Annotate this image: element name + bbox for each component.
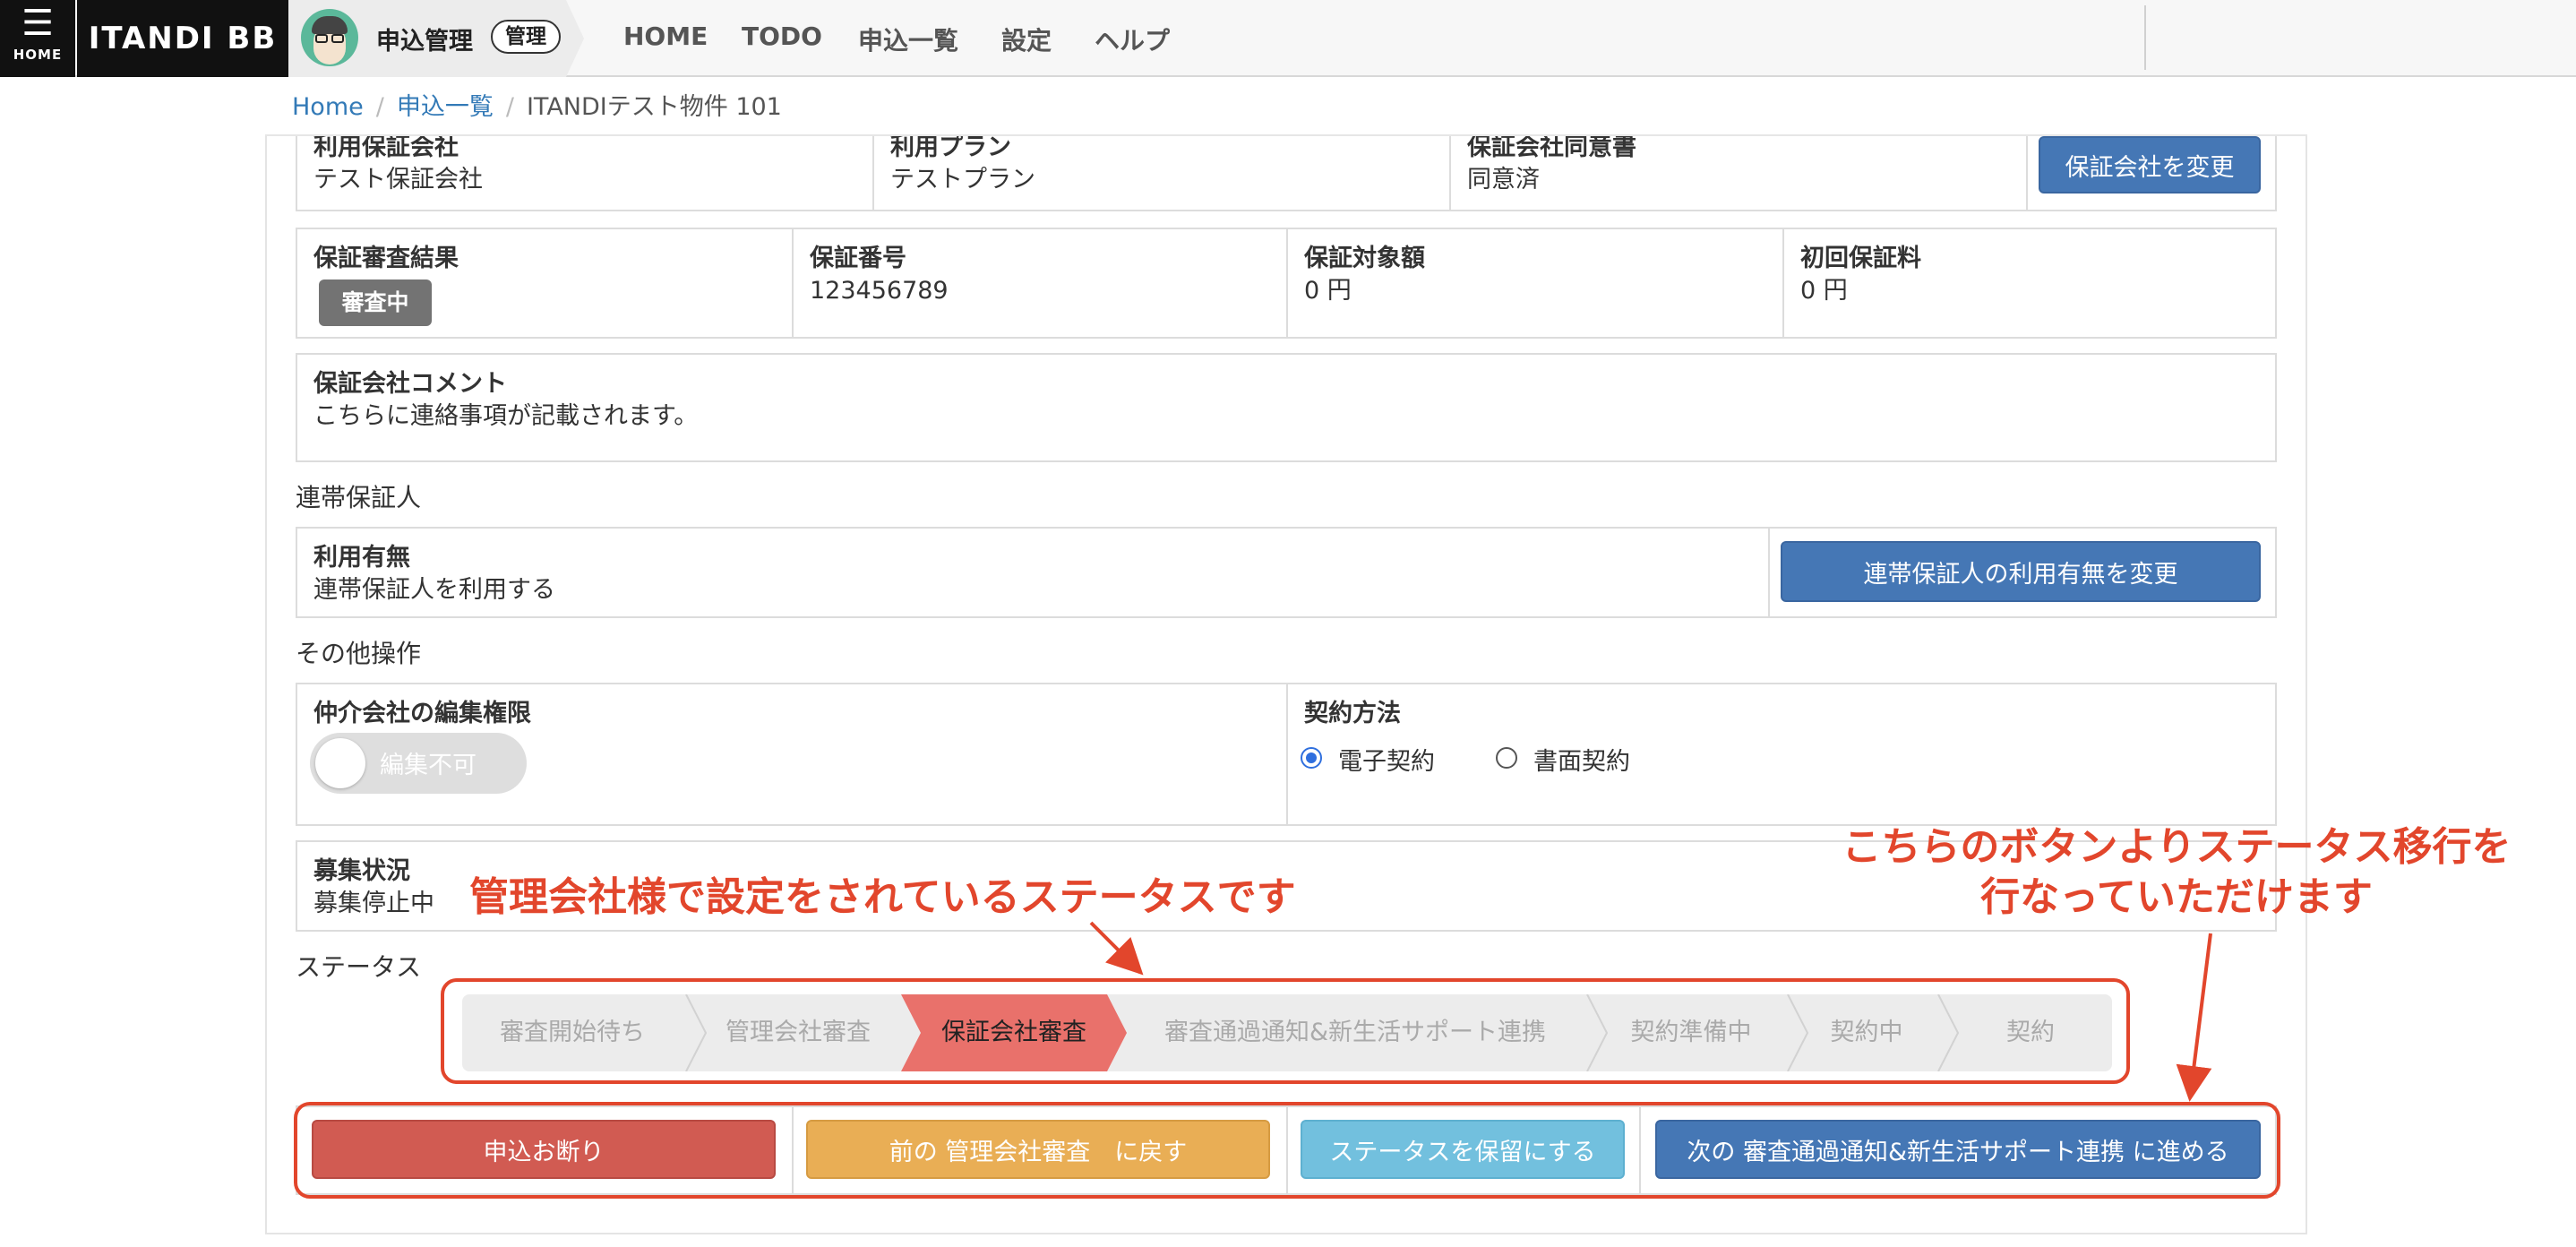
navbar-divider	[2144, 5, 2146, 70]
radio-electronic-contract-label[interactable]: 電子契約	[1338, 742, 1435, 777]
amount-value: 0 円	[1304, 277, 1352, 305]
avatar-icon	[301, 9, 358, 66]
usage-value: 連帯保証人を利用する	[313, 576, 555, 604]
home-menu-button[interactable]: ☰ HOME	[0, 0, 75, 77]
status-badge: 審査中	[319, 280, 432, 326]
breadcrumb-application-list[interactable]: 申込一覧	[397, 93, 494, 121]
plan-cell: 利用プラン テストプラン	[872, 124, 1449, 210]
comment-label: 保証会社コメント	[313, 370, 507, 398]
company-label: 利用保証会社	[313, 133, 459, 161]
button-annotation-line2: 行なっていただけます	[1980, 874, 2373, 920]
fee-value: 0 円	[1800, 277, 1848, 305]
joint-guarantor-title: 連帯保証人	[296, 483, 422, 512]
plan-label: 利用プラン	[890, 133, 1011, 161]
top-navbar: ☰ HOME ITANDI BB 申込管理 管理 HOME TODO 申込一覧 …	[0, 0, 2576, 77]
consent-cell: 保証会社同意書 同意済	[1449, 124, 2026, 210]
amount-cell: 保証対象額 0 円	[1286, 229, 1782, 337]
edit-permission-label: 仲介会社の編集権限	[313, 700, 531, 727]
consent-label: 保証会社同意書	[1467, 133, 1636, 161]
comment-box: 保証会社コメント こちらに連絡事項が記載されます。	[296, 353, 2277, 462]
other-operations-title: その他操作	[296, 639, 422, 668]
toggle-label: 編集不可	[380, 752, 477, 779]
company-value: テスト保証会社	[313, 166, 483, 194]
company-cell: 利用保証会社 テスト保証会社	[297, 124, 872, 210]
other-operations-row: 仲介会社の編集権限 契約方法	[296, 683, 2277, 826]
contract-method-label: 契約方法	[1304, 700, 1401, 727]
edit-permission-toggle[interactable]: 編集不可	[310, 733, 527, 794]
change-guarantor-company-button[interactable]: 保証会社を変更	[2039, 136, 2261, 194]
brand-logo[interactable]: ITANDI BB	[77, 0, 288, 77]
comment-value: こちらに連絡事項が記載されます。	[313, 402, 699, 430]
nav-help[interactable]: ヘルプ	[1095, 22, 1170, 57]
toggle-knob	[315, 738, 365, 788]
nav-todo[interactable]: TODO	[742, 22, 822, 51]
guarantee-result-row: 保証審査結果 保証番号 123456789 保証対象額 0 円 初回保証料 0 …	[296, 228, 2277, 339]
radio-paper-contract[interactable]	[1496, 747, 1517, 769]
breadcrumb-separator: /	[375, 93, 384, 121]
plan-value: テストプラン	[890, 166, 1035, 194]
home-menu-label: HOME	[13, 47, 63, 63]
comment-cell: 保証会社コメント こちらに連絡事項が記載されます。	[297, 355, 2275, 460]
status-steps-highlight	[441, 978, 2130, 1084]
app-switcher[interactable]: 申込管理 管理	[288, 0, 584, 77]
consent-value: 同意済	[1467, 166, 1540, 194]
status-title: ステータス	[296, 952, 422, 982]
radio-electronic-contract[interactable]	[1301, 747, 1322, 769]
action-buttons-highlight	[294, 1102, 2280, 1199]
nav-home[interactable]: HOME	[623, 22, 708, 51]
radio-paper-contract-label[interactable]: 書面契約	[1533, 742, 1630, 777]
app-name: 申込管理	[376, 28, 473, 56]
change-joint-guarantor-button[interactable]: 連帯保証人の利用有無を変更	[1781, 541, 2261, 602]
breadcrumb-home[interactable]: Home	[292, 93, 364, 121]
number-cell: 保証番号 123456789	[792, 229, 1286, 337]
nav-settings[interactable]: 設定	[1001, 22, 1052, 57]
usage-label: 利用有無	[313, 544, 410, 572]
app-role-badge: 管理	[491, 20, 561, 54]
nav-application-list[interactable]: 申込一覧	[858, 22, 958, 57]
breadcrumb-current: ITANDIテスト物件 101	[526, 93, 782, 121]
fee-cell: 初回保証料 0 円	[1782, 229, 2275, 337]
breadcrumb-separator: /	[505, 93, 514, 121]
result-label: 保証審査結果	[313, 245, 459, 272]
amount-label: 保証対象額	[1304, 245, 1425, 272]
number-value: 123456789	[810, 277, 949, 305]
number-label: 保証番号	[810, 245, 906, 272]
breadcrumb: Home / 申込一覧 / ITANDIテスト物件 101	[265, 79, 2307, 136]
fee-label: 初回保証料	[1800, 245, 1921, 272]
button-annotation: こちらのボタンよりステータス移行を 行なっていただけます	[1800, 822, 2553, 923]
hamburger-icon: ☰	[21, 3, 54, 44]
button-annotation-line1: こちらのボタンよりステータス移行を	[1842, 824, 2512, 870]
status-annotation: 管理会社様で設定をされているステータスです	[469, 874, 1296, 920]
usage-cell: 利用有無 連帯保証人を利用する	[297, 529, 1768, 616]
